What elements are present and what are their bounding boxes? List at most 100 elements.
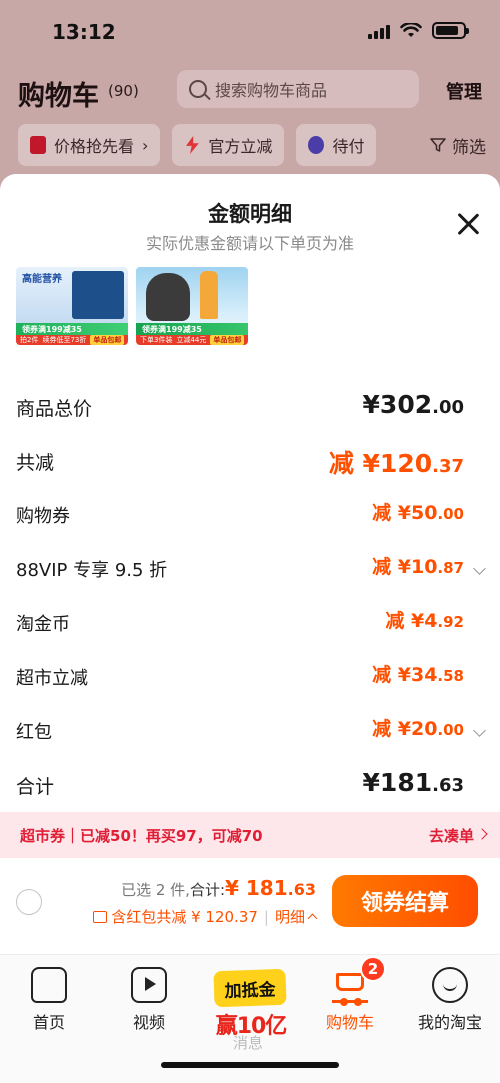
search-input[interactable]: 搜索购物车商品 — [177, 70, 419, 108]
row-value: 减 ¥20.00 — [372, 714, 464, 741]
thumb-coupon: 领券满199减35 — [16, 323, 128, 335]
chevron-down-icon[interactable] — [473, 562, 486, 575]
row-taojinbi: 淘金币 减 ¥4.92 — [0, 598, 500, 652]
background-overlay[interactable]: 13:12 购物车 (90) 搜索购物车商品 管理 价格抢先看 › 官方立减 待… — [0, 0, 500, 190]
row-value: 减 ¥50.00 — [372, 498, 464, 525]
thumb-foot-text: 续券低至73折 — [42, 336, 87, 344]
thumb-coupon: 领券满199减35 — [136, 323, 248, 335]
chevron-down-icon[interactable] — [473, 724, 486, 737]
row-label: 红包 — [16, 722, 52, 743]
row-value-dec: .63 — [432, 775, 464, 796]
tab-label: 购物车 — [325, 1013, 374, 1032]
supermarket-coupon-bar[interactable]: 超市券｜已减50！再买97，可减70 去凑单 — [0, 812, 500, 858]
row-value-int: 20 — [410, 718, 438, 740]
video-play-icon — [131, 967, 167, 1003]
row-value-prefix: 减 ¥ — [372, 664, 411, 686]
add-items-link[interactable]: 去凑单 — [429, 825, 474, 846]
select-all-radio[interactable] — [16, 889, 42, 915]
row-value-prefix: ¥ — [362, 768, 380, 797]
discount-text: 含红包共减 ¥ 120.37 — [111, 908, 258, 926]
row-value: ¥302.00 — [363, 390, 464, 419]
home-icon — [31, 967, 67, 1003]
chip-official-discount[interactable]: 官方立减 — [172, 124, 285, 166]
thumb-footer: 下单3件装 立减44元 单品包邮 — [136, 335, 248, 345]
row-label: 商品总价 — [16, 398, 93, 420]
chip-price-preview[interactable]: 价格抢先看 › — [18, 124, 161, 166]
row-value-prefix: 减 ¥ — [328, 449, 380, 478]
signal-icon — [368, 23, 390, 39]
row-value-int: 302 — [379, 390, 433, 419]
product-thumbnail[interactable]: 领券满199减35 下单3件装 立减44元 单品包邮 — [136, 267, 248, 345]
thumb-foot-text: 立减44元 — [176, 336, 207, 344]
status-time: 13:12 — [52, 20, 116, 44]
row-value-int: 181 — [379, 768, 433, 797]
row-value-dec: .00 — [432, 397, 464, 418]
filter-funnel-icon — [430, 138, 446, 152]
sheet-title: 金额明细 — [208, 202, 292, 226]
divider: | — [263, 907, 269, 926]
status-bar: 13:12 — [0, 0, 500, 64]
battery-icon — [432, 22, 469, 39]
row-value: 减 ¥34.58 — [372, 660, 464, 687]
status-icons — [368, 22, 469, 39]
row-value-dec: .87 — [437, 559, 464, 577]
product-thumbnail[interactable]: 高能营养 领券满199减35 拍2件 续券低至73折 单品包邮 — [16, 267, 128, 345]
filter-button[interactable]: 筛选 — [416, 124, 500, 166]
search-placeholder: 搜索购物车商品 — [215, 81, 328, 100]
row-value-prefix: ¥ — [362, 390, 380, 419]
thumb-footer: 拍2件 续券低至73折 单品包邮 — [16, 335, 128, 345]
row-red-packet[interactable]: 红包 减 ¥20.00 — [0, 706, 500, 760]
tab-video[interactable]: 视频 — [109, 967, 189, 1033]
row-value-prefix: 减 ¥ — [372, 556, 411, 578]
row-88vip[interactable]: 88VIP 专享 9.5 折 减 ¥10.87 — [0, 544, 500, 598]
thumb-headline: 高能营养 — [22, 274, 62, 285]
tab-my-taobao[interactable]: 我的淘宝 — [410, 967, 490, 1033]
row-value: 减 ¥120.37 — [329, 444, 464, 480]
product-bottle-image — [200, 271, 218, 319]
row-value-dec: .92 — [437, 613, 464, 631]
row-supermarket-discount: 超市立减 减 ¥34.58 — [0, 652, 500, 706]
tab-label: 我的淘宝 — [417, 1013, 482, 1032]
manage-button[interactable]: 管理 — [446, 78, 482, 104]
amount-detail-sheet: 金额明细 实际优惠金额请以下单页为准 高能营养 领券满199减35 拍2件 续券… — [0, 174, 500, 954]
row-value: 减 ¥10.87 — [372, 552, 464, 579]
row-label: 超市立减 — [16, 668, 88, 689]
row-label: 购物券 — [16, 506, 70, 527]
ticket-icon — [93, 910, 108, 923]
product-thumbnails: 高能营养 领券满199减35 拍2件 续券低至73折 单品包邮 领券满199减3… — [16, 267, 248, 345]
chip-label: 价格抢先看 — [54, 137, 135, 156]
row-label: 88VIP 专享 9.5 折 — [16, 560, 168, 581]
row-goods-total: 商品总价 ¥302.00 — [0, 382, 500, 436]
row-label: 共减 — [16, 452, 55, 474]
tab-label: 视频 — [132, 1013, 165, 1032]
price-tag-icon — [30, 136, 46, 154]
chevron-up-icon — [307, 913, 318, 924]
row-value-prefix: 减 ¥ — [385, 610, 425, 632]
row-value-dec: .37 — [432, 456, 464, 477]
total-amount-decimal: .63 — [287, 880, 316, 899]
chip-label: 待付 — [332, 137, 365, 156]
chevron-right-icon: › — [142, 135, 149, 155]
filter-label: 筛选 — [452, 137, 486, 158]
row-value-int: 50 — [410, 502, 438, 524]
row-value-prefix: 减 ¥ — [372, 718, 411, 740]
discount-summary[interactable]: 含红包共减 ¥ 120.37 | 明细 — [93, 906, 318, 927]
product-image — [72, 271, 124, 319]
smile-face-icon — [432, 967, 468, 1003]
cart-count: (90) — [108, 82, 139, 100]
total-label: 合计: — [189, 881, 226, 899]
close-icon[interactable] — [456, 212, 480, 236]
thumb-foot-text: 拍2件 — [20, 336, 39, 344]
row-value: ¥181.63 — [363, 768, 464, 797]
clock-icon — [308, 136, 325, 154]
messages-tab-label: 消息 — [233, 1034, 264, 1052]
home-indicator — [161, 1062, 339, 1068]
detail-toggle[interactable]: 明细 — [275, 906, 305, 927]
checkout-button[interactable]: 领券结算 — [332, 875, 478, 927]
cart-header: 购物车 (90) 搜索购物车商品 管理 — [0, 64, 500, 120]
page-title: 购物车 — [18, 81, 99, 112]
tab-home[interactable]: 首页 — [9, 967, 89, 1033]
promo-top-label: 加抵金 — [213, 968, 287, 1008]
row-total: 合计 ¥181.63 — [0, 760, 500, 814]
chip-pending[interactable]: 待付 — [296, 124, 377, 166]
